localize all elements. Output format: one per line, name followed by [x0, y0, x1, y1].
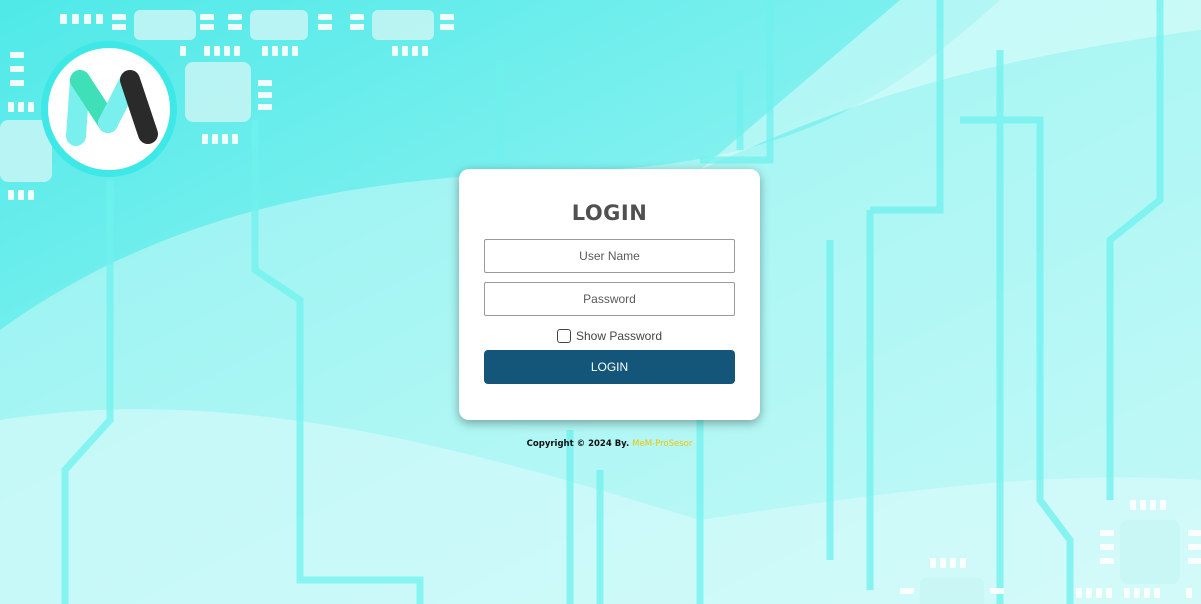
login-card: LOGIN Show Password LOGIN	[459, 169, 760, 420]
password-input[interactable]	[484, 282, 735, 316]
username-input[interactable]	[484, 239, 735, 273]
show-password-label: Show Password	[575, 329, 663, 343]
login-page: LOGIN Show Password LOGIN Copyright © 20…	[0, 0, 1201, 604]
show-password-checkbox[interactable]	[556, 329, 571, 343]
copyright-footer: Copyright © 2024 By. MeM-ProSesor	[459, 439, 760, 449]
copyright-text: Copyright © 2024 By.	[526, 439, 630, 449]
M-logo-icon	[41, 41, 177, 177]
show-password-row[interactable]: Show Password	[459, 327, 760, 345]
login-button[interactable]: LOGIN	[484, 350, 735, 384]
brand-name: MeM-ProSesor	[632, 439, 693, 449]
login-title: LOGIN	[571, 201, 648, 225]
